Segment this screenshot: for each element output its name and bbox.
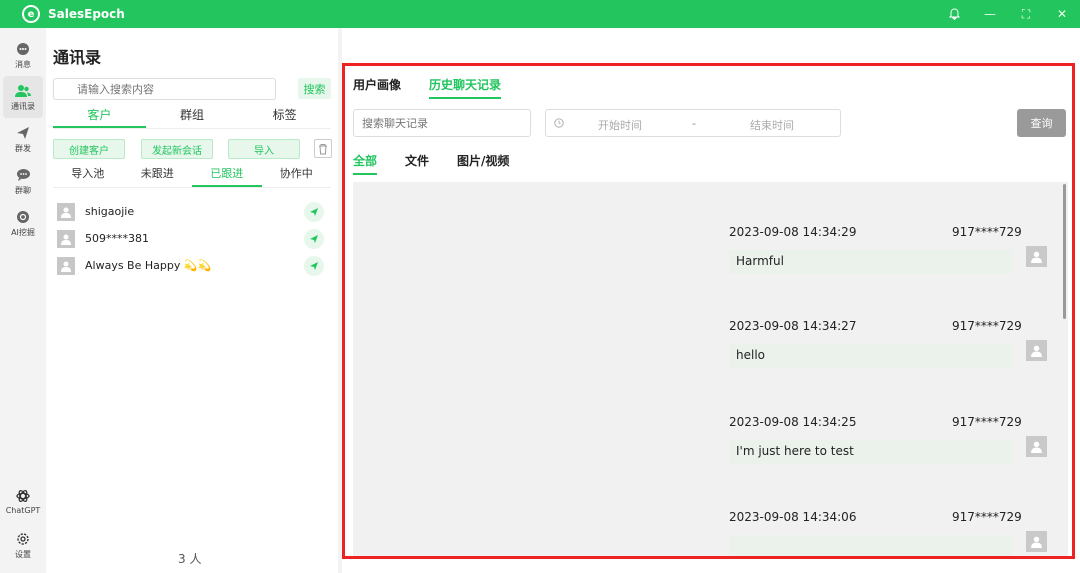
message-item: 2023-09-08 14:34:27 917****729 hello <box>353 319 1068 389</box>
maximize-button[interactable]: ⛶ <box>1008 0 1044 28</box>
tab-all[interactable]: 全部 <box>353 152 378 175</box>
avatar <box>1026 246 1047 267</box>
message-bubble[interactable]: hello <box>729 344 1012 368</box>
ai-compass-icon <box>15 209 31 225</box>
message-time: 2023-09-08 14:34:25 <box>729 415 857 429</box>
message-item: 2023-09-08 14:34:06 917****729 <box>353 510 1068 556</box>
message-bubble[interactable] <box>729 535 1012 556</box>
send-message-icon[interactable] <box>304 228 324 249</box>
send-icon <box>15 125 31 141</box>
nav-label: 群聊 <box>15 185 31 195</box>
contact-name: 509****381 <box>85 232 149 245</box>
chatgpt-icon <box>15 488 31 504</box>
contacts-icon <box>15 83 31 99</box>
filter-tabs: 全部 文件 图片/视频 <box>353 152 537 175</box>
list-item[interactable]: Always Be Happy 💫💫 <box>53 252 331 279</box>
tab-groups[interactable]: 群组 <box>146 106 239 128</box>
list-item[interactable]: 509****381 <box>53 225 331 252</box>
tab-customers[interactable]: 客户 <box>53 106 146 128</box>
app-logo-icon: e <box>22 5 40 23</box>
message-time: 2023-09-08 14:34:06 <box>729 510 857 524</box>
tab-chat-history[interactable]: 历史聊天记录 <box>429 76 502 99</box>
nav-label: ChatGPT <box>5 505 41 515</box>
tab-files[interactable]: 文件 <box>405 152 429 175</box>
contact-name: Always Be Happy 💫💫 <box>85 259 212 272</box>
app-name: SalesEpoch <box>48 7 125 21</box>
bell-icon[interactable] <box>936 0 972 28</box>
message-bubble[interactable]: I'm just here to test <box>729 440 1012 464</box>
tab-user-profile[interactable]: 用户画像 <box>353 76 401 99</box>
tab-media[interactable]: 图片/视频 <box>457 152 509 175</box>
contact-search-button[interactable]: 搜索 <box>298 78 331 99</box>
message-item: 2023-09-08 14:34:29 917****729 Harmful <box>353 225 1068 295</box>
nav-item-settings[interactable]: 设置 <box>3 524 43 566</box>
query-button[interactable]: 查询 <box>1017 109 1066 137</box>
contact-search-input[interactable] <box>53 78 276 100</box>
list-item[interactable]: shigaojie <box>53 198 331 225</box>
avatar <box>1026 436 1047 457</box>
nav-label: AI挖掘 <box>11 227 35 237</box>
end-date[interactable]: 结束时间 <box>750 117 794 133</box>
message-sender: 917****729 <box>952 319 1022 333</box>
avatar <box>1026 531 1047 552</box>
history-search-input[interactable] <box>353 109 531 137</box>
clock-icon <box>554 118 564 128</box>
contact-list: shigaojie 509****381 Always Be Happy 💫💫 <box>53 198 331 279</box>
date-separator: - <box>692 117 696 130</box>
group-chat-icon <box>15 167 31 183</box>
divider <box>53 187 331 188</box>
avatar <box>57 202 75 221</box>
title-bar: e SalesEpoch — ⛶ ✕ <box>0 0 1080 28</box>
contact-count: 3 人 <box>178 552 202 566</box>
divider <box>53 128 331 129</box>
nav-item-ai[interactable]: AI挖掘 <box>3 202 43 244</box>
tab-not-followed[interactable]: 未跟进 <box>123 165 193 187</box>
minimize-button[interactable]: — <box>972 0 1008 28</box>
chat-bubble-icon <box>15 41 31 57</box>
new-session-button[interactable]: 发起新会话 <box>141 139 213 159</box>
contact-tabs: 客户 群组 标签 <box>53 106 331 128</box>
message-time: 2023-09-08 14:34:27 <box>729 319 857 333</box>
create-customer-button[interactable]: 创建客户 <box>53 139 125 159</box>
send-message-icon[interactable] <box>304 201 324 222</box>
page-title: 通讯录 <box>53 48 102 67</box>
nav-label: 消息 <box>15 59 31 69</box>
trash-icon[interactable] <box>314 139 332 158</box>
avatar <box>57 256 75 275</box>
message-sender: 917****729 <box>952 225 1022 239</box>
avatar <box>1026 340 1047 361</box>
send-message-icon[interactable] <box>304 255 324 276</box>
message-sender: 917****729 <box>952 510 1022 524</box>
nav-sidebar: 消息 通讯录 群发 群聊 AI挖掘 ChatGPT 设置 <box>0 28 46 573</box>
nav-label: 通讯录 <box>11 101 35 111</box>
nav-item-broadcast[interactable]: 群发 <box>3 118 43 160</box>
tab-import-pool[interactable]: 导入池 <box>53 165 123 187</box>
contacts-panel: 通讯录 搜索 客户 群组 标签 创建客户 发起新会话 导入 导入池 未跟进 已跟… <box>46 28 338 573</box>
message-sender: 917****729 <box>952 415 1022 429</box>
nav-item-group-chat[interactable]: 群聊 <box>3 160 43 202</box>
date-range-picker[interactable]: 开始时间 - 结束时间 <box>545 109 841 137</box>
nav-label: 设置 <box>15 549 31 559</box>
message-item: 2023-09-08 14:34:25 917****729 I'm just … <box>353 415 1068 485</box>
message-time: 2023-09-08 14:34:29 <box>729 225 857 239</box>
message-bubble[interactable]: Harmful <box>729 250 1012 274</box>
message-list: 2023-09-08 14:34:29 917****729 Harmful 2… <box>353 182 1068 556</box>
chat-history-panel: 用户画像 历史聊天记录 开始时间 - 结束时间 查询 全部 文件 图片/视频 2… <box>342 63 1075 559</box>
nav-item-messages[interactable]: 消息 <box>3 34 43 76</box>
avatar <box>57 229 75 248</box>
close-button[interactable]: ✕ <box>1044 0 1080 28</box>
nav-label: 群发 <box>15 143 31 153</box>
start-date[interactable]: 开始时间 <box>598 117 642 133</box>
nav-item-contacts[interactable]: 通讯录 <box>3 76 43 118</box>
follow-tabs: 导入池 未跟进 已跟进 协作中 <box>53 165 331 187</box>
gear-icon <box>15 531 31 547</box>
tab-collaborating[interactable]: 协作中 <box>262 165 332 187</box>
import-button[interactable]: 导入 <box>228 139 300 159</box>
tab-tags[interactable]: 标签 <box>238 106 331 128</box>
nav-item-chatgpt[interactable]: ChatGPT <box>3 480 43 522</box>
panel-tabs: 用户画像 历史聊天记录 <box>353 76 529 99</box>
tab-followed[interactable]: 已跟进 <box>192 165 262 187</box>
contact-name: shigaojie <box>85 205 135 218</box>
